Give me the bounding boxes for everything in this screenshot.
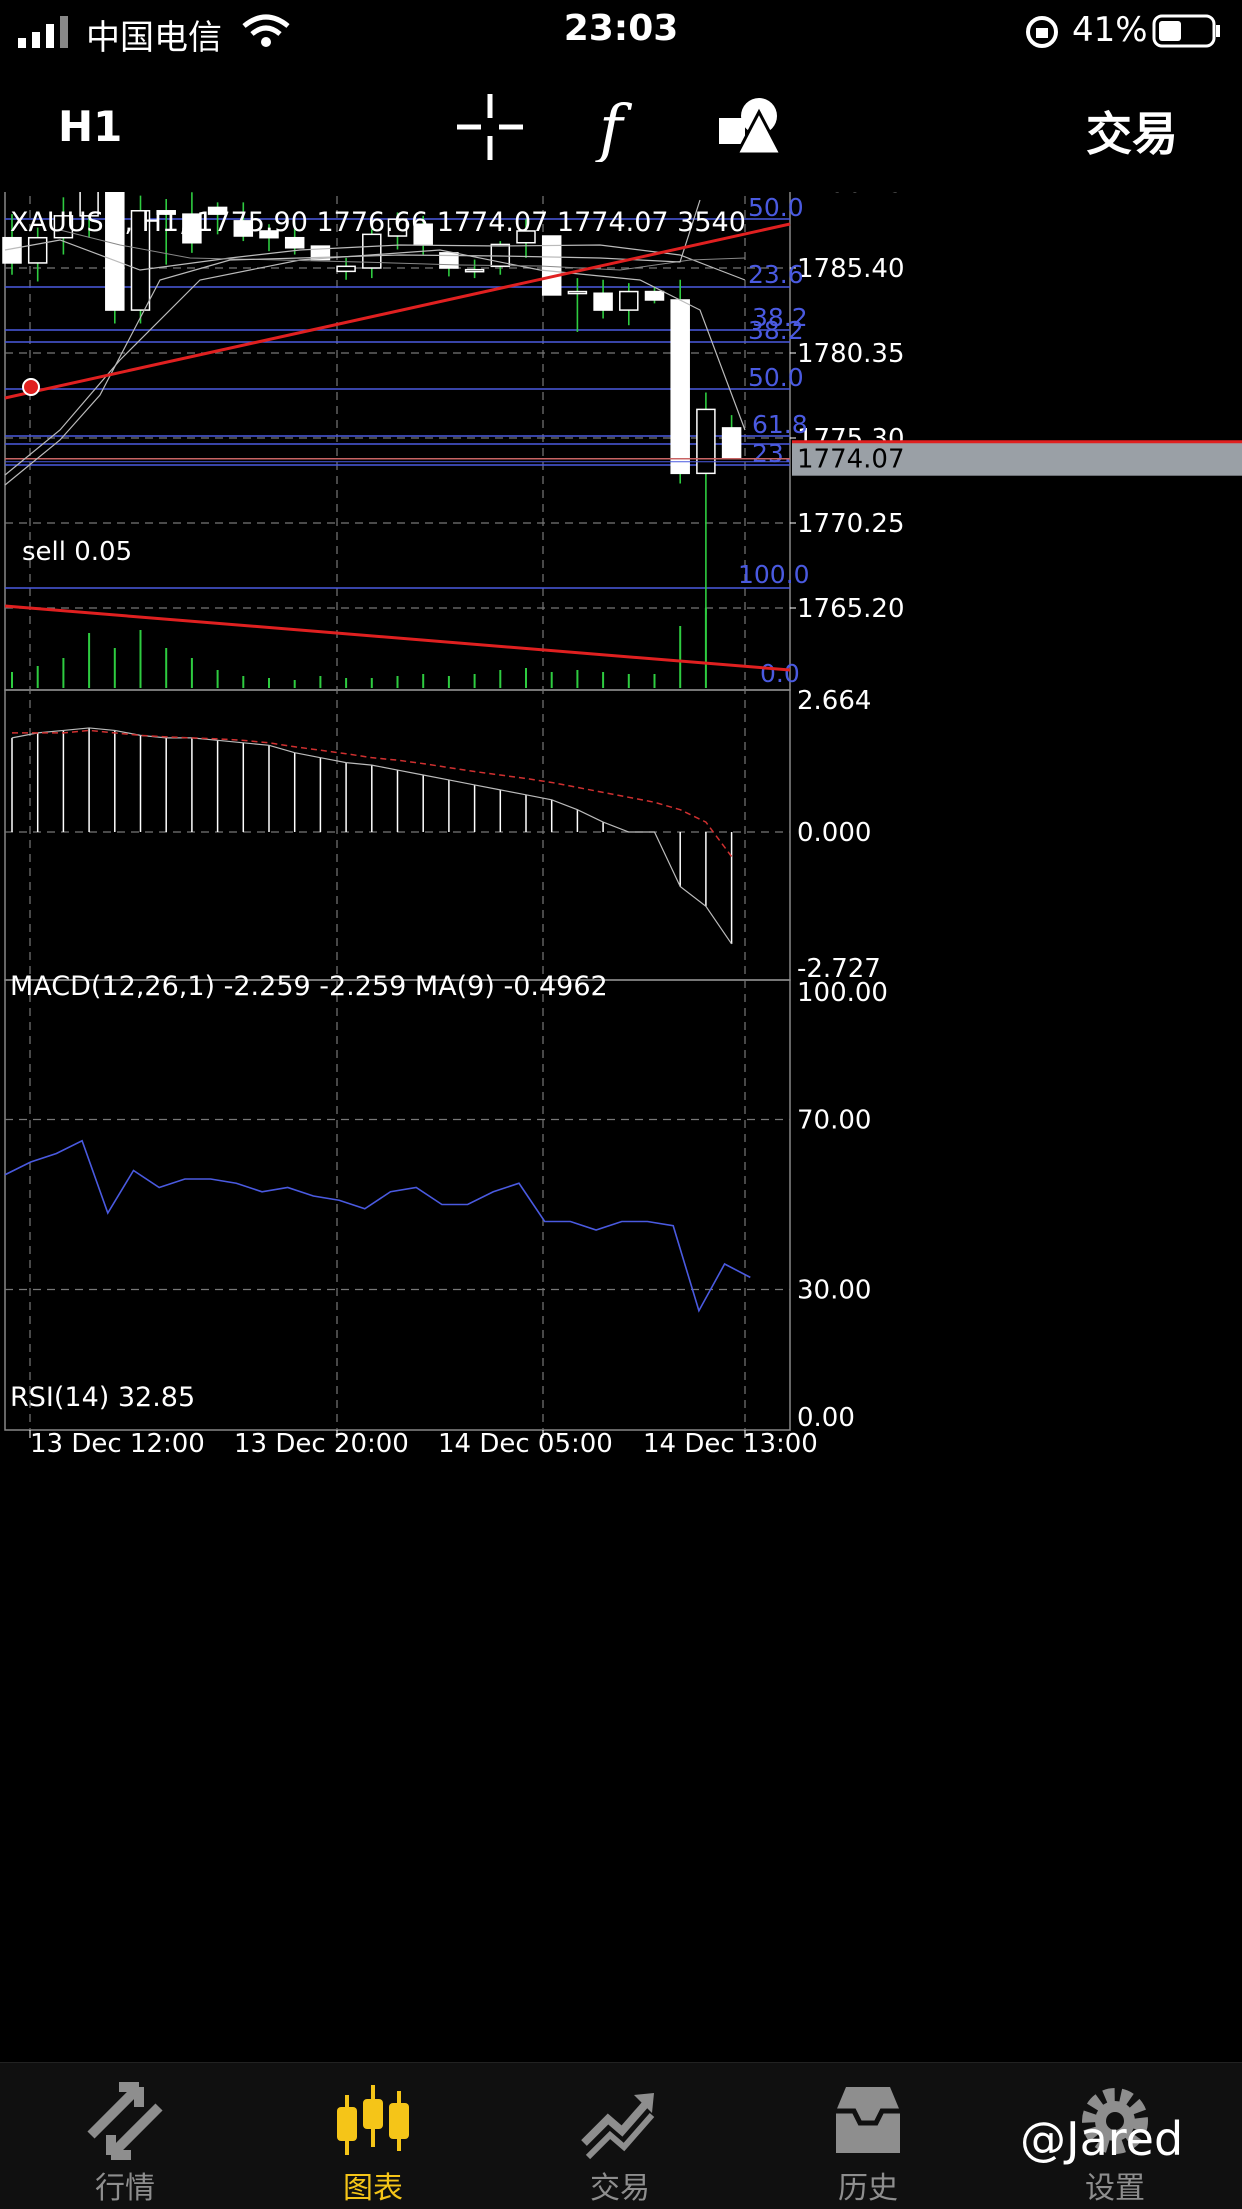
fib-label: 38.2 [748, 316, 804, 345]
candle-body [696, 408, 716, 475]
rsi-axis-label: 70.00 [797, 1106, 871, 1136]
price-axis-label: 1765.20 [797, 594, 905, 624]
macd-line [11, 727, 733, 945]
candle-body [619, 290, 639, 311]
macd-axis-label: 2.664 [797, 686, 871, 716]
price-axis-label: 1785.40 [797, 254, 905, 284]
macd-axis-label: 0.000 [797, 818, 871, 848]
candle-body [721, 427, 742, 460]
price-axis-label: 1790.45 [797, 192, 905, 199]
function-icon[interactable]: f [585, 92, 655, 162]
fib-label: 23.6 [748, 260, 804, 289]
candle-body [593, 292, 613, 311]
history-icon [836, 2087, 900, 2153]
battery-percent: 41% [1072, 10, 1148, 50]
watermark: @Jared [1020, 2112, 1184, 2166]
rotation-lock-icon [1026, 16, 1058, 48]
candle-body [670, 299, 690, 475]
svg-text:f: f [595, 92, 633, 162]
status-bar: 中国电信 23:03 41% [0, 0, 1242, 62]
chart-icon [337, 2085, 409, 2155]
candle-body [567, 290, 588, 295]
rsi-axis-label: 100.00 [797, 978, 888, 1008]
trade-icon [581, 2093, 655, 2160]
battery-icon [1152, 14, 1220, 48]
fib-label: 100.0 [738, 560, 810, 589]
crosshair-icon[interactable] [455, 92, 525, 162]
chart-toolbar: H1 f 交易 [0, 62, 1242, 192]
order-label[interactable]: sell 0.05 [22, 537, 132, 567]
time-axis-label: 13 Dec 20:00 [234, 1429, 409, 1459]
fib-label: 0.0 [760, 659, 800, 688]
price-axis-label: 1780.35 [797, 339, 905, 369]
objects-icon[interactable] [715, 92, 785, 162]
tab-chart[interactable]: 图表 [263, 2063, 483, 2209]
fib-label: 50.0 [748, 363, 804, 392]
quotes-icon [87, 2082, 163, 2160]
time-axis-label: 14 Dec 13:00 [643, 1429, 818, 1459]
fib-label: 50.0 [748, 193, 804, 222]
trade-button[interactable]: 交易 [1086, 98, 1178, 164]
macd-header: MACD(12,26,1) -2.259 -2.259 MA(9) -0.496… [10, 971, 608, 1002]
current-price-label: 1774.07 [797, 445, 905, 475]
rsi-line [4, 1139, 751, 1313]
sell-order-marker [22, 378, 40, 396]
fib-label: 61.8 [752, 410, 808, 439]
rsi-header: RSI(14) 32.85 [10, 1382, 195, 1413]
tab-quotes[interactable]: 行情 [15, 2063, 235, 2209]
rsi-axis-label: 30.00 [797, 1276, 871, 1306]
time-axis-label: 13 Dec 12:00 [30, 1429, 205, 1459]
candle-body [284, 236, 305, 249]
tab-history[interactable]: 历史 [758, 2063, 978, 2209]
candle-body [464, 268, 485, 273]
time-axis-label: 14 Dec 05:00 [438, 1429, 613, 1459]
panel-frame [4, 979, 791, 1431]
price-chart[interactable]: 1790.451785.401780.351775.301770.251765.… [0, 192, 1242, 2062]
chart-header: XAUUSD, H1, 1775.90 1776.66 1774.07 1774… [10, 207, 746, 238]
candle-body [644, 290, 665, 301]
tab-trade[interactable]: 交易 [510, 2063, 730, 2209]
trendline [4, 604, 791, 672]
timeframe-selector[interactable]: H1 [58, 102, 122, 151]
price-axis-label: 1770.25 [797, 509, 905, 539]
candle-body [336, 265, 356, 273]
candle-body [27, 236, 48, 264]
